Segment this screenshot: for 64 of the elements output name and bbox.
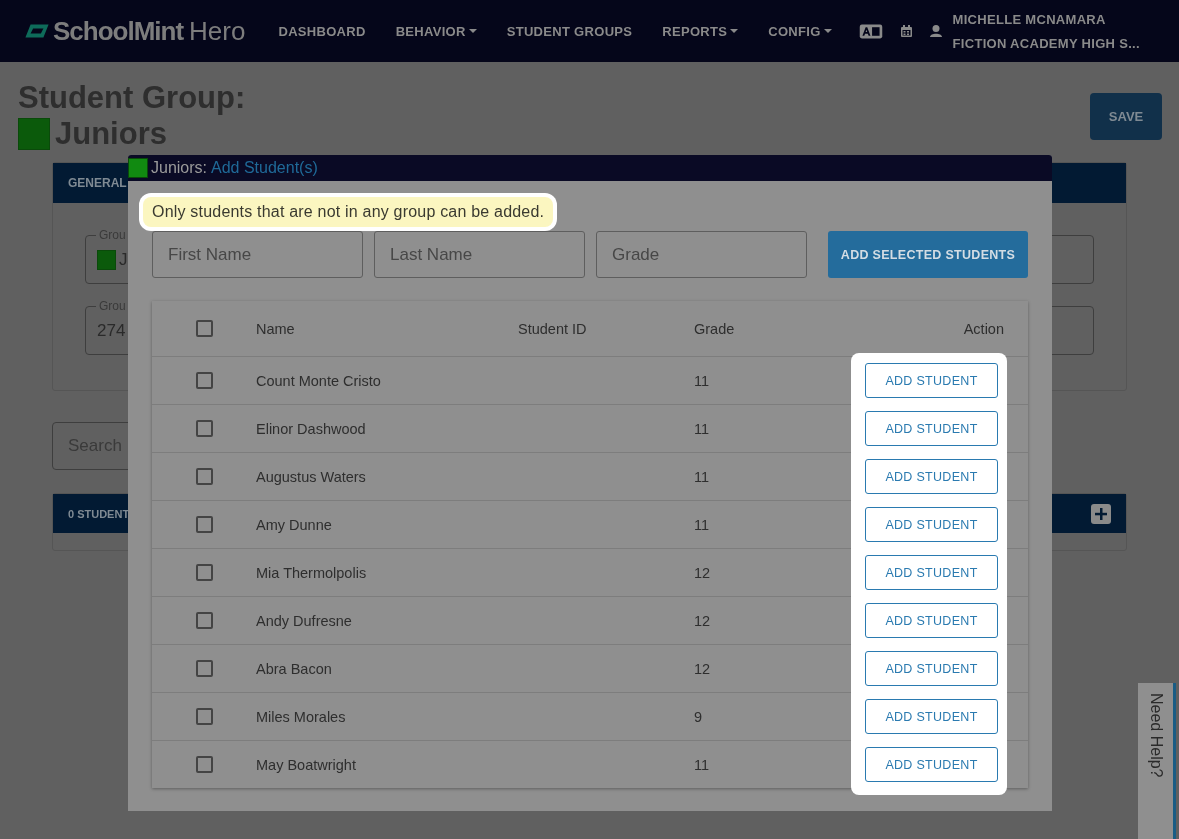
column-header: Action [962,320,1005,337]
table-cell: Elinor Dashwood [256,420,366,437]
nav-link[interactable]: CONFIG [768,23,832,39]
checkbox[interactable] [195,516,213,533]
filter-field[interactable]: Grade [596,231,807,278]
table-cell: Augustus Waters [256,468,366,485]
add-student-button[interactable]: ADD STUDENT [865,363,998,398]
add-student-button[interactable]: ADD STUDENT [865,651,998,686]
color-swatch-icon [18,118,50,150]
column-header: Grade [694,320,736,337]
save-button[interactable]: SAVE [1090,93,1162,140]
add-selected-button[interactable]: ADD SELECTED STUDENTS [828,231,1028,278]
table-cell: 12 [694,660,711,677]
table-cell: 12 [694,612,711,629]
translate-icon[interactable] [858,23,883,39]
checkbox[interactable] [195,660,213,677]
checkbox[interactable] [195,612,213,629]
table-cell: 11 [694,468,710,485]
plus-icon[interactable] [1091,503,1111,524]
table-cell: Miles Morales [256,708,346,725]
nav-link[interactable]: DASHBOARD [278,23,366,39]
brand-name: SchoolMint [53,15,184,47]
table-cell: Mia Thermolpolis [256,564,367,581]
person-icon [929,25,942,37]
checkbox[interactable] [195,420,213,437]
checkbox[interactable] [195,320,213,337]
checkbox[interactable] [195,564,213,581]
user-name[interactable]: MICHELLE MCNAMARA [952,11,1140,27]
table-cell: 12 [694,564,711,581]
table-cell: 11 [694,420,710,437]
table-cell: Andy Dufresne [256,612,352,629]
table-cell: 11 [694,756,710,773]
help-tab[interactable]: Need Help? [1138,683,1176,839]
add-student-button[interactable]: ADD STUDENT [865,699,998,734]
school-name[interactable]: FICTION ACADEMY HIGH S... [952,35,1140,51]
table-cell: 9 [694,708,703,725]
checkbox[interactable] [195,468,213,485]
color-swatch-icon [128,158,148,178]
leaf-icon [25,22,49,40]
table-cell: Amy Dunne [256,516,332,533]
column-header: Name [256,320,296,337]
add-student-button[interactable]: ADD STUDENT [865,555,998,590]
product-name: Hero [189,15,246,47]
add-student-button[interactable]: ADD STUDENT [865,747,998,782]
table-cell: 11 [694,372,710,389]
table-cell: 11 [694,516,710,533]
filter-field[interactable]: Last Name [374,231,585,278]
add-student-button[interactable]: ADD STUDENT [865,411,998,446]
table-cell: May Boatwright [256,756,356,773]
checkbox[interactable] [195,372,213,389]
table-cell: Count Monte Cristo [256,372,381,389]
card-title: 0 STUDENT [68,507,130,520]
filter-field[interactable]: First Name [152,231,363,278]
calendar-icon[interactable] [900,25,912,37]
nav-link[interactable]: BEHAVIOR [395,23,477,39]
nav-link[interactable]: REPORTS [662,23,739,39]
checkbox[interactable] [195,756,213,773]
column-header: Student ID [518,320,588,337]
add-student-button[interactable]: ADD STUDENT [865,507,998,542]
nav-link[interactable]: STUDENT GROUPS [506,23,633,39]
add-student-button[interactable]: ADD STUDENT [865,459,998,494]
checkbox[interactable] [195,708,213,725]
add-student-button[interactable]: ADD STUDENT [865,603,998,638]
table-cell: Abra Bacon [256,660,332,677]
